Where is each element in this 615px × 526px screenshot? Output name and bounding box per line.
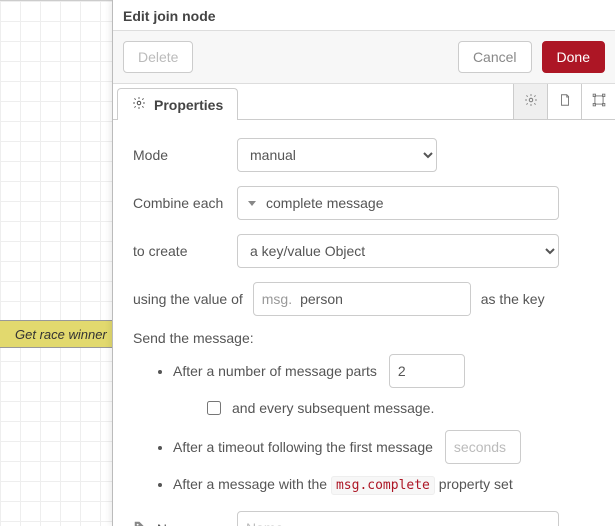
gear-icon <box>132 96 146 113</box>
tag-icon <box>133 521 151 526</box>
flow-node[interactable]: Get race winner <box>0 320 130 348</box>
using-label: using the value of <box>133 291 243 307</box>
tab-properties-label: Properties <box>154 97 223 113</box>
opt-complete-post: property set <box>435 476 513 492</box>
panel-toolbar: Delete Cancel Done <box>113 30 615 84</box>
properties-form: Mode manual Combine each complete messag… <box>113 120 615 526</box>
combine-select[interactable]: complete message <box>237 186 559 220</box>
every-subsequent-label: and every subsequent message. <box>232 400 434 416</box>
as-key-label: as the key <box>481 291 545 307</box>
every-subsequent-checkbox[interactable] <box>207 401 221 415</box>
name-input[interactable] <box>237 511 559 526</box>
tool-settings[interactable] <box>513 84 547 119</box>
name-label: Name <box>133 520 237 526</box>
to-create-select[interactable]: a key/value Object <box>237 234 559 268</box>
opt-complete-code: msg.complete <box>331 476 435 495</box>
gear-icon <box>524 93 538 110</box>
parts-count-input[interactable] <box>389 354 465 388</box>
done-button[interactable]: Done <box>542 41 605 73</box>
edit-panel: Edit join node Delete Cancel Done Proper… <box>112 0 615 526</box>
cancel-button[interactable]: Cancel <box>458 41 532 73</box>
opt-complete-pre: After a message with the <box>173 476 331 492</box>
send-title: Send the message: <box>133 330 595 346</box>
combine-label: Combine each <box>133 195 237 211</box>
msg-prefix: msg. <box>254 291 300 307</box>
panel-title: Edit join node <box>113 0 615 30</box>
combine-value: complete message <box>266 195 384 211</box>
tool-docs[interactable] <box>547 84 581 119</box>
flow-node-label: Get race winner <box>15 327 107 342</box>
file-icon <box>558 93 572 110</box>
timeout-input[interactable] <box>445 430 521 464</box>
tab-properties[interactable]: Properties <box>117 88 238 120</box>
mode-select[interactable]: manual <box>237 138 437 172</box>
to-create-label: to create <box>133 243 237 259</box>
key-input[interactable] <box>300 283 471 315</box>
box-icon <box>592 93 606 110</box>
tab-bar: Properties <box>113 84 615 120</box>
tool-appearance[interactable] <box>581 84 615 119</box>
mode-label: Mode <box>133 147 237 163</box>
chevron-down-icon <box>248 201 256 206</box>
delete-button[interactable]: Delete <box>123 41 193 73</box>
key-input-wrapper: msg. <box>253 282 471 316</box>
opt-parts-label: After a number of message parts <box>173 363 377 379</box>
opt-timeout-label: After a timeout following the first mess… <box>173 439 433 455</box>
